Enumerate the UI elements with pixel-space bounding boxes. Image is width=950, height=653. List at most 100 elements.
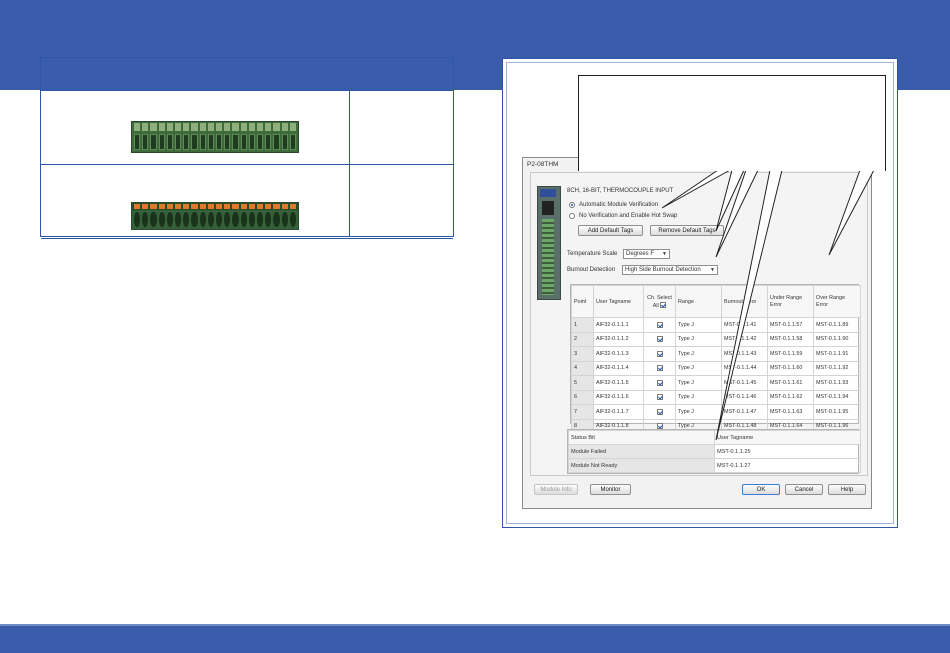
range-cell[interactable]: Type J: [675, 360, 722, 376]
burnout-detection-label: Burnout Detection: [567, 267, 616, 273]
point-cell[interactable]: 3: [571, 346, 594, 362]
user-tagname-cell[interactable]: AIF32-0.1.1.2: [593, 331, 644, 347]
column-header-status-bit: Status Bit: [568, 430, 715, 445]
under-range-error-cell[interactable]: MST-0.1.1.60: [767, 360, 814, 376]
ch-select-cell[interactable]: [643, 331, 676, 347]
column-divider: [349, 90, 350, 237]
burnout-error-cell[interactable]: MST-0.1.1.44: [721, 360, 768, 376]
screw-terminal-block-image: [131, 202, 299, 230]
point-cell[interactable]: 2: [571, 331, 594, 347]
cancel-button[interactable]: Cancel: [785, 484, 823, 495]
table-row[interactable]: 7 AIF32-0.1.1.7 Type J MST-0.1.1.47 MST-0.1.…: [571, 404, 861, 420]
range-cell[interactable]: Type J: [675, 389, 722, 405]
user-tagname-cell[interactable]: AIF32-0.1.1.4: [593, 360, 644, 376]
radio-button-icon[interactable]: [569, 213, 575, 219]
burnout-error-cell[interactable]: MST-0.1.1.46: [721, 389, 768, 405]
chevron-down-icon: ▼: [662, 251, 667, 257]
under-range-error-cell[interactable]: MST-0.1.1.58: [767, 331, 814, 347]
channel-select-checkbox[interactable]: [656, 350, 663, 357]
over-range-error-cell[interactable]: MST-0.1.1.93: [813, 375, 861, 391]
channel-select-checkbox[interactable]: [656, 379, 663, 386]
range-cell[interactable]: Type J: [675, 346, 722, 362]
under-range-error-cell[interactable]: MST-0.1.1.62: [767, 389, 814, 405]
ok-button[interactable]: OK: [742, 484, 780, 495]
table-row[interactable]: 1 AIF32-0.1.1.1 Type J MST-0.1.1.41 MST-0.1.…: [571, 317, 861, 333]
ch-select-cell[interactable]: [643, 360, 676, 376]
dialog-title: P2-08THM: [527, 161, 559, 168]
user-tagname-cell[interactable]: AIF32-0.1.1.5: [593, 375, 644, 391]
channel-select-checkbox[interactable]: [656, 336, 663, 343]
burnout-error-cell[interactable]: MST-0.1.1.45: [721, 375, 768, 391]
add-default-tags-button[interactable]: Add Default Tags: [578, 225, 643, 236]
under-range-error-cell[interactable]: MST-0.1.1.63: [767, 404, 814, 420]
channel-select-checkbox[interactable]: [656, 394, 663, 401]
ch-select-cell[interactable]: [643, 389, 676, 405]
channel-select-checkbox[interactable]: [656, 365, 663, 372]
ch-select-cell[interactable]: [643, 346, 676, 362]
module-info-button[interactable]: Module Info: [534, 484, 578, 495]
table-header: [41, 58, 453, 91]
monitor-button[interactable]: Monitor: [590, 484, 631, 495]
under-range-error-cell[interactable]: MST-0.1.1.59: [767, 346, 814, 362]
radio-automatic-verification[interactable]: Automatic Module Verification: [569, 202, 658, 208]
table-row[interactable]: 6 AIF32-0.1.1.6 Type J MST-0.1.1.46 MST-0.1.…: [571, 389, 861, 405]
point-cell[interactable]: 1: [571, 317, 594, 333]
status-tagname-cell[interactable]: MST-0.1.1.27: [714, 458, 861, 473]
chevron-down-icon: ▼: [710, 267, 715, 273]
user-tagname-cell[interactable]: AIF32-0.1.1.6: [593, 389, 644, 405]
ch-select-cell[interactable]: [643, 375, 676, 391]
user-tagname-cell[interactable]: AIF32-0.1.1.3: [593, 346, 644, 362]
point-cell[interactable]: 4: [571, 360, 594, 376]
over-range-error-cell[interactable]: MST-0.1.1.89: [813, 317, 861, 333]
point-cell[interactable]: 6: [571, 389, 594, 405]
column-header-under-range-error: Under Range Error: [767, 285, 814, 318]
channel-config-grid: Point User Tagname Ch. Select All Range …: [570, 284, 861, 434]
point-cell[interactable]: 7: [571, 404, 594, 420]
user-tagname-cell[interactable]: AIF32-0.1.1.1: [593, 317, 644, 333]
range-cell[interactable]: Type J: [675, 317, 722, 333]
burnout-error-cell[interactable]: MST-0.1.1.41: [721, 317, 768, 333]
help-button[interactable]: Help: [828, 484, 866, 495]
under-range-error-cell[interactable]: MST-0.1.1.57: [767, 317, 814, 333]
under-range-error-cell[interactable]: MST-0.1.1.61: [767, 375, 814, 391]
table-row[interactable]: Module Not Ready MST-0.1.1.27: [568, 458, 861, 473]
user-tagname-cell[interactable]: AIF32-0.1.1.7: [593, 404, 644, 420]
remove-default-tags-button[interactable]: Remove Default Tags: [650, 225, 724, 236]
over-range-error-cell[interactable]: MST-0.1.1.94: [813, 389, 861, 405]
status-tagname-cell[interactable]: MST-0.1.1.25: [714, 444, 861, 459]
table-row[interactable]: 2 AIF32-0.1.1.2 Type J MST-0.1.1.42 MST-0.1.…: [571, 331, 861, 347]
radio-no-verification[interactable]: No Verification and Enable Hot Swap: [569, 213, 677, 219]
over-range-error-cell[interactable]: MST-0.1.1.92: [813, 360, 861, 376]
over-range-error-cell[interactable]: MST-0.1.1.91: [813, 346, 861, 362]
burnout-error-cell[interactable]: MST-0.1.1.43: [721, 346, 768, 362]
column-header-range: Range: [675, 285, 722, 318]
point-cell[interactable]: 5: [571, 375, 594, 391]
column-header-over-range-error: Over Range Error: [813, 285, 861, 318]
range-cell[interactable]: Type J: [675, 404, 722, 420]
column-header-burnout-error: Burnout Error: [721, 285, 768, 318]
temperature-scale-select[interactable]: Degrees F ▼: [623, 249, 670, 259]
column-header-ch-select: Ch. Select All: [643, 285, 676, 318]
ch-select-cell[interactable]: [643, 404, 676, 420]
burnout-error-cell[interactable]: MST-0.1.1.42: [721, 331, 768, 347]
channel-select-checkbox[interactable]: [656, 408, 663, 415]
status-bit-cell: Module Failed: [568, 444, 715, 459]
table-row[interactable]: 3 AIF32-0.1.1.3 Type J MST-0.1.1.43 MST-0.1.…: [571, 346, 861, 362]
burnout-error-cell[interactable]: MST-0.1.1.47: [721, 404, 768, 420]
table-row[interactable]: 5 AIF32-0.1.1.5 Type J MST-0.1.1.45 MST-0.1.…: [571, 375, 861, 391]
callout-box: [578, 75, 886, 171]
ch-select-cell[interactable]: [643, 317, 676, 333]
range-cell[interactable]: Type J: [675, 375, 722, 391]
module-image: [537, 186, 561, 300]
over-range-error-cell[interactable]: MST-0.1.1.90: [813, 331, 861, 347]
over-range-error-cell[interactable]: MST-0.1.1.95: [813, 404, 861, 420]
channel-select-checkbox[interactable]: [656, 321, 663, 328]
status-bit-cell: Module Not Ready: [568, 458, 715, 473]
radio-button-checked-icon[interactable]: [569, 202, 575, 208]
range-cell[interactable]: Type J: [675, 331, 722, 347]
select-all-checkbox[interactable]: [660, 302, 667, 309]
table-row: [41, 165, 453, 239]
table-row[interactable]: Module Failed MST-0.1.1.25: [568, 444, 861, 459]
table-row[interactable]: 4 AIF32-0.1.1.4 Type J MST-0.1.1.44 MST-0.1.…: [571, 360, 861, 376]
burnout-detection-select[interactable]: High Side Burnout Detection ▼: [622, 265, 718, 275]
